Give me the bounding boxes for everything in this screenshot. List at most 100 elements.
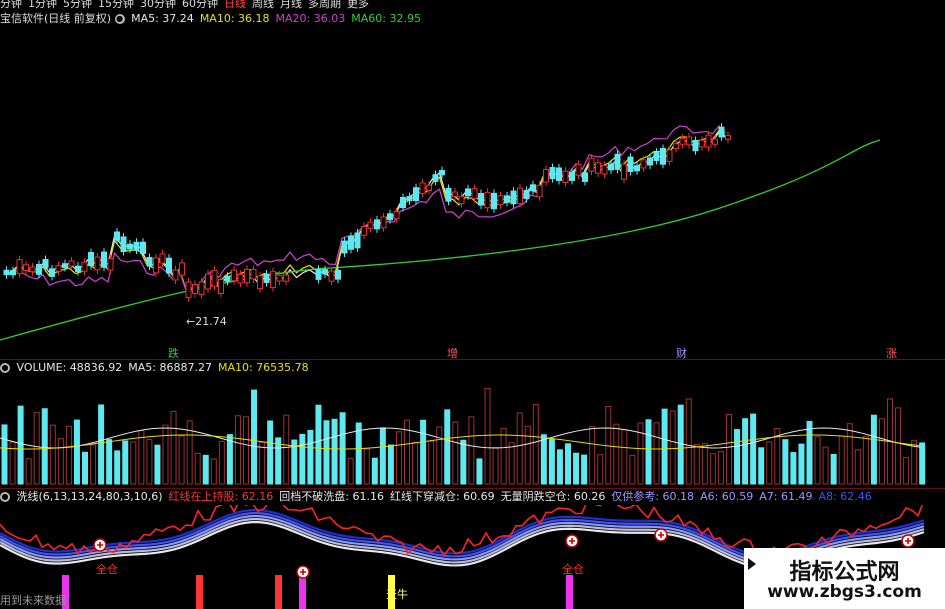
period-tab[interactable]: 月线 [280,0,302,11]
candle-body [361,226,367,236]
period-tab[interactable]: 5分钟 [63,0,92,11]
candle-body [582,172,588,182]
volume-bar [806,420,813,485]
candle-body [517,187,523,205]
candle-body [640,159,647,169]
volume-chart[interactable] [0,376,945,486]
volume-bar [597,454,604,485]
volume-bar [484,387,491,485]
volume-bar [355,422,362,485]
candle-body [205,273,211,290]
settings-icon[interactable]: ● [114,14,125,24]
volume-bar [854,449,861,485]
indicator-footer: 用到未来数据 [0,594,66,607]
volume-bar [742,418,749,485]
volume-settings-icon[interactable]: ● [0,363,10,373]
volume-bar [226,434,233,485]
candle-body [673,143,679,149]
candle-body [211,269,218,287]
candle-body [484,191,491,209]
volume-bar [669,410,676,485]
volume-bar [106,439,113,485]
period-tab[interactable]: 15分钟 [98,0,134,11]
candle-body [218,279,224,294]
watermark-url: www.zbgs3.com [767,582,922,602]
candle-body [426,184,432,191]
candle-body [465,188,471,197]
volume-bar [339,412,346,485]
candlestick-chart[interactable] [0,28,945,358]
volume-bar [420,419,427,485]
candle-body [387,213,393,221]
candle-body [556,167,562,182]
candle-body [647,157,653,166]
candle-body [244,268,250,284]
indicator-value-7: A7: 61.49 [759,490,813,503]
candle-body [146,257,153,267]
candle-body [315,268,322,280]
candle-body [36,263,42,275]
volume-value-2: MA10: 76535.78 [217,361,309,374]
signal-label-2: 全仓 [562,563,584,576]
period-tab[interactable]: 60分钟 [182,0,218,11]
candle-body [549,167,556,180]
period-tab[interactable]: 日线 [224,0,246,11]
candle-body [445,187,452,202]
volume-bar [444,409,451,485]
volume-bar [82,451,88,485]
ma-value-2: MA20: 36.03 [275,12,346,25]
volume-title-row: ● VOLUME: 48836.92 MA5: 86887.27 MA10: 765… [0,361,315,375]
period-tabs: 分钟 1分钟 5分钟 15分钟 30分钟 60分钟 日线 周线 月线 多周期 更多 [0,0,375,11]
candle-body [725,134,731,140]
volume-bar [395,431,402,485]
candle-body [413,187,419,202]
candle-body [140,241,146,254]
candle-body [185,281,192,299]
period-tab[interactable]: 分钟 [0,0,22,11]
volume-bar [275,437,282,485]
volume-bar [210,458,217,485]
candle-body [283,274,289,282]
candle-body [335,269,341,280]
volume-bar [629,454,636,485]
period-tab[interactable]: 多周期 [308,0,341,11]
period-tab[interactable]: 1分钟 [28,0,57,11]
indicator-value-1: 红线在上持股: 62.16 [168,490,274,503]
volume-bar [726,414,732,485]
candle-body [23,264,29,271]
volume-bar [830,453,837,485]
volume-bar [154,444,161,485]
candle-body [393,211,400,220]
volume-bar [573,452,580,485]
candle-body [471,188,478,200]
period-tab[interactable]: 更多 [347,0,369,11]
volume-bar [33,411,40,485]
candle-body [367,221,374,229]
volume-bar [170,410,177,485]
candle-body [81,261,88,272]
volume-bar [178,435,185,485]
candle-body [666,149,673,162]
volume-bar [862,435,869,485]
candle-body [497,195,504,206]
candle-body [224,275,231,282]
ma-value-0: MA5: 37.24 [131,12,194,25]
candle-body [601,164,608,175]
candle-body [504,195,510,203]
volume-bar [347,457,354,485]
candle-body [608,163,614,171]
separator-main [0,359,945,360]
candle-body [127,243,133,250]
volume-bar [717,451,724,485]
period-tab[interactable]: 30分钟 [140,0,176,11]
candle-body [120,236,127,253]
volume-bar [798,443,805,485]
indicator-settings-icon[interactable]: ● [0,492,10,502]
volume-bar [146,438,153,485]
candle-body [569,171,575,181]
volume-bar [758,447,765,485]
period-tab[interactable]: 周线 [252,0,274,11]
volume-bar [846,423,853,485]
candle-body [88,252,94,267]
candle-body [575,163,582,176]
